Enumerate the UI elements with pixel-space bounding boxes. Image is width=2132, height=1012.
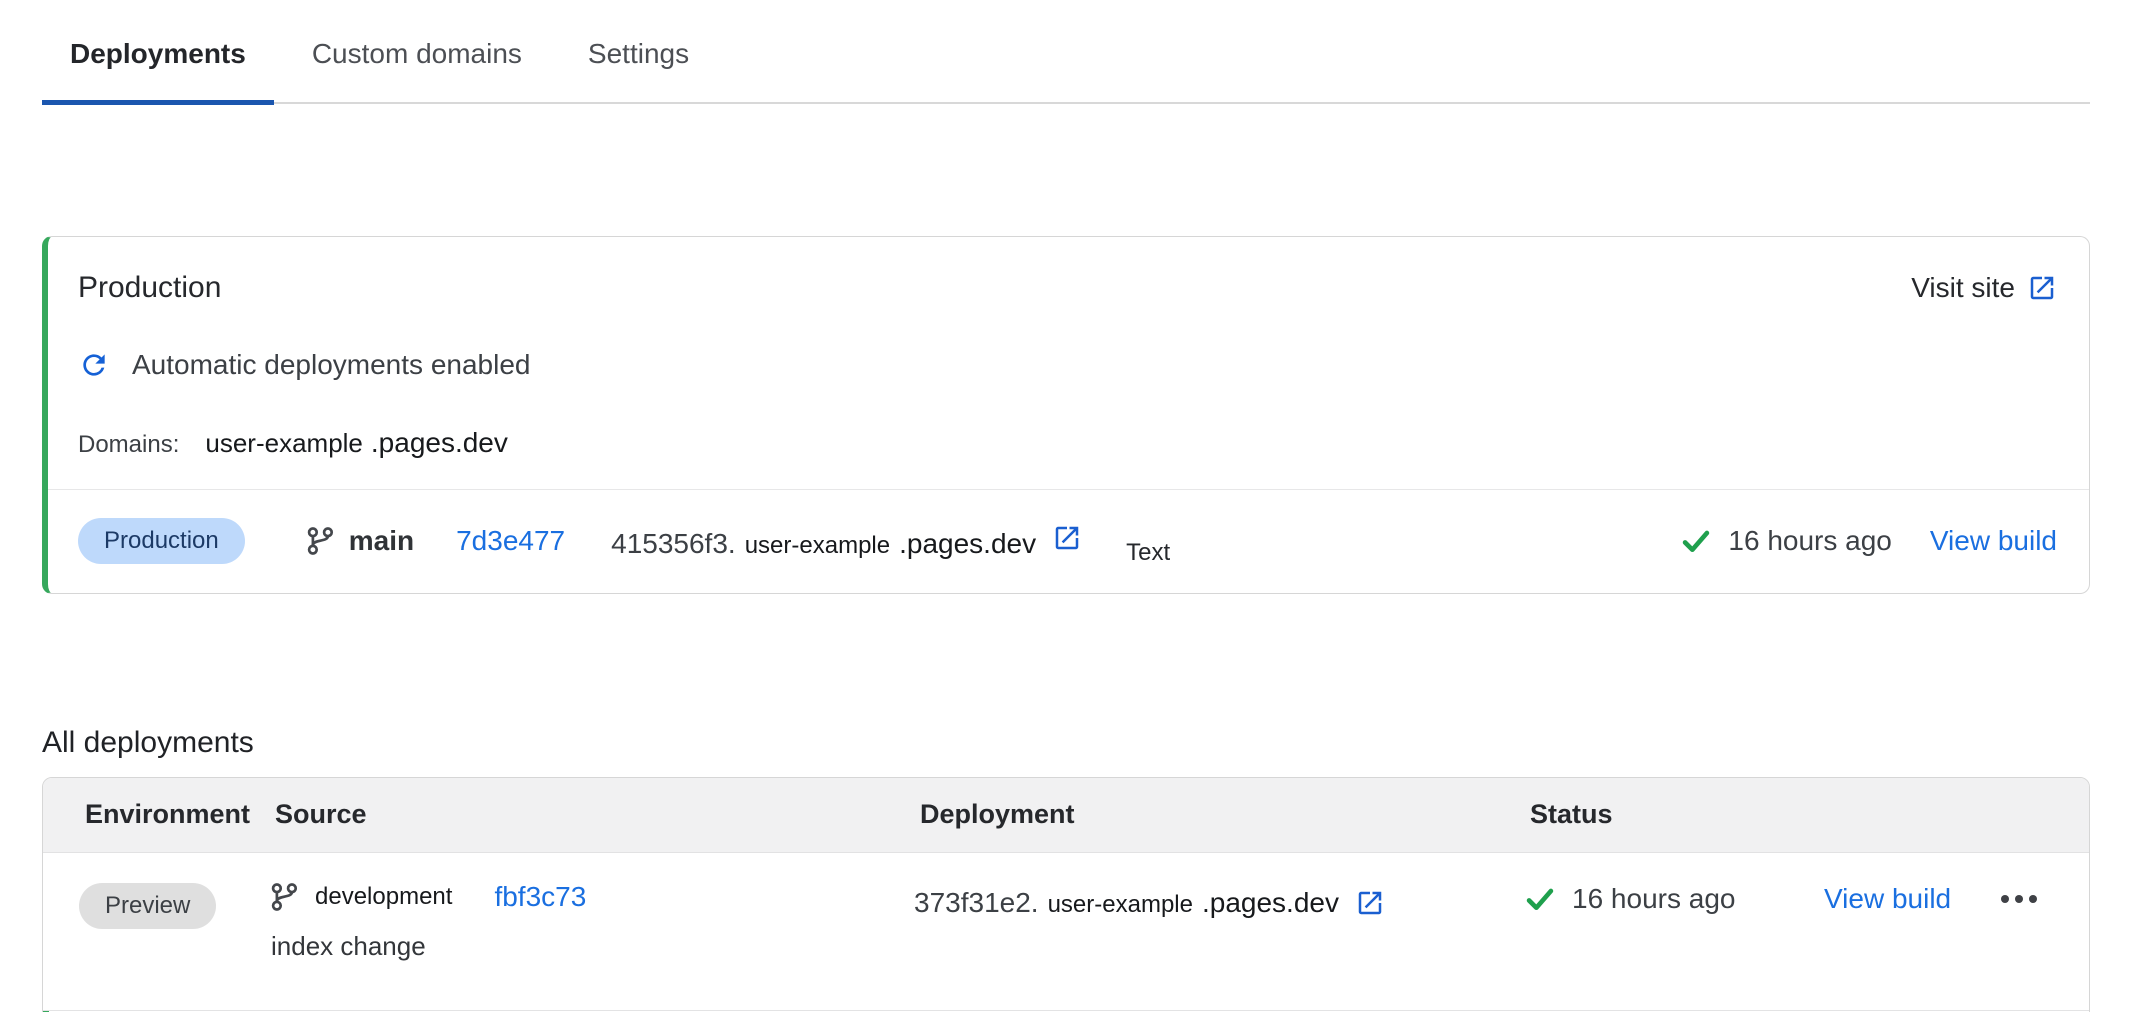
domains-row: Domains: user-example .pages.dev	[48, 381, 2089, 459]
production-card-title: Production	[78, 271, 221, 305]
deployment-url-prefix: 373f31e2.	[914, 887, 1039, 919]
table-row: Preview development fbf3c73 index change	[43, 853, 2089, 1011]
git-branch-icon	[305, 525, 335, 557]
domains-label: Domains:	[78, 431, 179, 459]
view-build-link[interactable]: View build	[1930, 525, 2057, 557]
success-check-icon	[1524, 883, 1556, 915]
success-check-icon	[1680, 525, 1712, 557]
tab-custom-domains[interactable]: Custom domains	[284, 38, 550, 105]
column-deployment: Deployment	[920, 799, 1530, 830]
deployment-url-suffix: .pages.dev	[1202, 887, 1339, 919]
visit-site-label: Visit site	[1911, 272, 2015, 304]
deployment-url[interactable]: 415356f3. user-example .pages.dev	[611, 523, 1082, 560]
deployments-table: Environment Source Deployment Status Pre…	[42, 777, 2090, 1012]
column-status: Status	[1530, 799, 2089, 830]
external-link-icon	[2027, 273, 2057, 303]
auto-deployments-status: Automatic deployments enabled	[48, 305, 2089, 381]
all-deployments-title: All deployments	[42, 726, 2090, 760]
commit-link[interactable]: 7d3e477	[456, 525, 565, 557]
column-source: Source	[275, 799, 920, 830]
environment-badge-production: Production	[78, 518, 245, 564]
refresh-icon	[78, 349, 110, 381]
deployment-time: 16 hours ago	[1728, 525, 1891, 557]
deployment-url-name: user-example	[1048, 891, 1193, 919]
visit-site-link[interactable]: Visit site	[1911, 272, 2057, 304]
commit-link[interactable]: fbf3c73	[494, 881, 586, 913]
view-build-link[interactable]: View build	[1824, 883, 1951, 915]
branch-name: development	[315, 883, 452, 911]
commit-message: Text	[1126, 539, 1170, 567]
tab-deployments[interactable]: Deployments	[42, 38, 274, 105]
tab-bar: Deployments Custom domains Settings	[42, 0, 2090, 104]
production-deployment-row: Production main 7d3e477 415356f3. user-e…	[48, 489, 2089, 593]
git-branch-icon	[269, 881, 299, 913]
column-environment: Environment	[85, 799, 275, 830]
more-options-icon[interactable]	[1993, 883, 2045, 915]
deployments-page: Deployments Custom domains Settings Prod…	[0, 0, 2132, 1012]
deployment-status: 16 hours ago View build	[1680, 525, 2057, 557]
environment-badge-preview: Preview	[79, 883, 216, 929]
branch-name: main	[349, 525, 414, 557]
commit-message: index change	[271, 931, 914, 962]
tab-settings[interactable]: Settings	[560, 38, 717, 105]
production-card: Production Visit site Automatic deployme…	[42, 236, 2090, 594]
auto-deployments-text: Automatic deployments enabled	[132, 349, 530, 381]
domain-name: user-example	[205, 428, 363, 459]
deployment-time: 16 hours ago	[1572, 883, 1735, 915]
table-header: Environment Source Deployment Status	[43, 778, 2089, 853]
external-link-icon[interactable]	[1052, 523, 1082, 553]
deployment-url-name: user-example	[745, 532, 890, 560]
domain-suffix: .pages.dev	[371, 427, 508, 459]
deployment-url-suffix: .pages.dev	[899, 528, 1036, 560]
external-link-icon[interactable]	[1355, 888, 1385, 918]
branch-group: main	[305, 525, 414, 557]
deployment-url[interactable]: 373f31e2. user-example .pages.dev	[914, 881, 1524, 919]
deployment-url-prefix: 415356f3.	[611, 528, 736, 560]
